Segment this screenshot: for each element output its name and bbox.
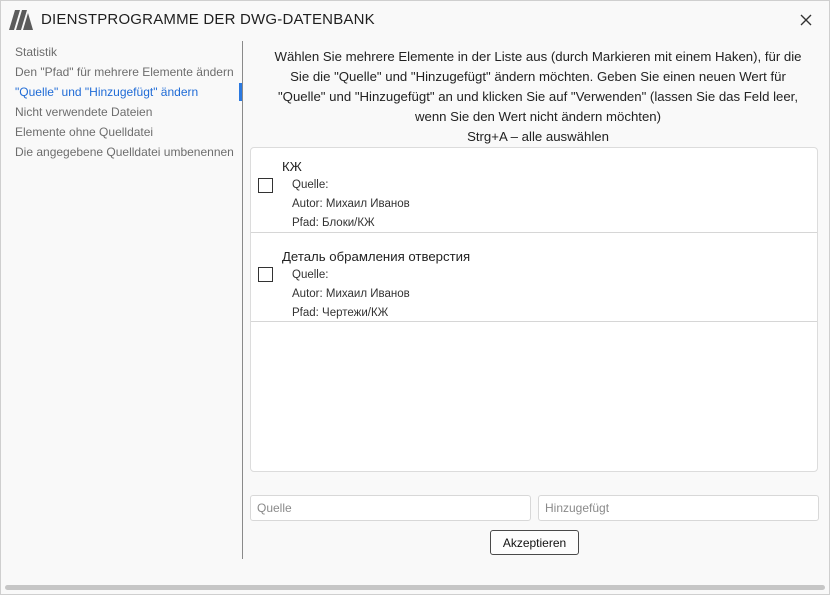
- sidebar-nav: Statistik Den "Pfad" für mehrere Element…: [1, 41, 242, 561]
- horizontal-scrollbar[interactable]: [5, 585, 825, 590]
- instructions-line: "Quelle" und "Hinzugefügt" an und klicke…: [278, 89, 798, 104]
- element-list[interactable]: КЖ Quelle: Autor: Михаил Иванов Pfad: Бл…: [250, 147, 818, 472]
- instructions-line: Wählen Sie mehrere Elemente in der Liste…: [274, 49, 802, 64]
- item-checkbox[interactable]: [258, 267, 273, 282]
- sidebar-item-nicht-verwendete-dateien[interactable]: Nicht verwendete Dateien: [1, 102, 242, 122]
- app-logo-m-icon: [9, 10, 33, 30]
- item-details: Quelle: Autor: Михаил Иванов Pfad: Блоки…: [292, 176, 410, 233]
- item-source: Quelle:: [292, 179, 329, 191]
- sidebar-item-statistik[interactable]: Statistik: [1, 42, 242, 62]
- instructions-line: wenn Sie den Wert nicht ändern möchten): [414, 109, 662, 124]
- item-path: Pfad: Чертежи/КЖ: [292, 307, 389, 319]
- added-input[interactable]: [538, 495, 819, 521]
- item-name: КЖ: [282, 159, 302, 174]
- list-item[interactable]: Деталь обрамления отверстия Quelle: Auto…: [251, 233, 817, 322]
- title-bar[interactable]: DIENSTPROGRAMME DER DWG-DATENBANK: [1, 1, 829, 39]
- item-name: Деталь обрамления отверстия: [282, 249, 471, 264]
- accept-button[interactable]: Akzeptieren: [490, 530, 579, 555]
- close-icon: [800, 14, 812, 26]
- item-source: Quelle:: [292, 269, 329, 281]
- source-input[interactable]: [250, 495, 531, 521]
- sidebar-item-ohne-quelldatei[interactable]: Elemente ohne Quelldatei: [1, 122, 242, 142]
- sidebar-item-pfad-aendern[interactable]: Den "Pfad" für mehrere Elemente ändern: [1, 62, 242, 82]
- list-item[interactable]: КЖ Quelle: Autor: Михаил Иванов Pfad: Бл…: [251, 148, 817, 233]
- app-window: DIENSTPROGRAMME DER DWG-DATENBANK Statis…: [0, 0, 830, 595]
- instructions-line: Strg+A – alle auswählen: [467, 129, 609, 144]
- instructions-text: Wählen Sie mehrere Elemente in der Liste…: [249, 47, 827, 147]
- instructions-line: Sie die "Quelle" und "Hinzugefügt" änder…: [290, 69, 786, 84]
- item-author: Autor: Михаил Иванов: [292, 198, 410, 210]
- window-title: DIENSTPROGRAMME DER DWG-DATENBANK: [41, 11, 375, 28]
- sidebar-item-quelle-hinzugefuegt[interactable]: "Quelle" und "Hinzugefügt" ändern: [1, 82, 242, 102]
- item-path: Pfad: Блоки/КЖ: [292, 217, 375, 229]
- item-checkbox[interactable]: [258, 178, 273, 193]
- main-panel: Wählen Sie mehrere Elemente in der Liste…: [243, 41, 829, 561]
- close-button[interactable]: [795, 9, 817, 31]
- item-details: Quelle: Autor: Михаил Иванов Pfad: Черте…: [292, 266, 410, 323]
- sidebar-item-quelldatei-umbenennen[interactable]: Die angegebene Quelldatei umbenennen: [1, 142, 242, 162]
- item-author: Autor: Михаил Иванов: [292, 288, 410, 300]
